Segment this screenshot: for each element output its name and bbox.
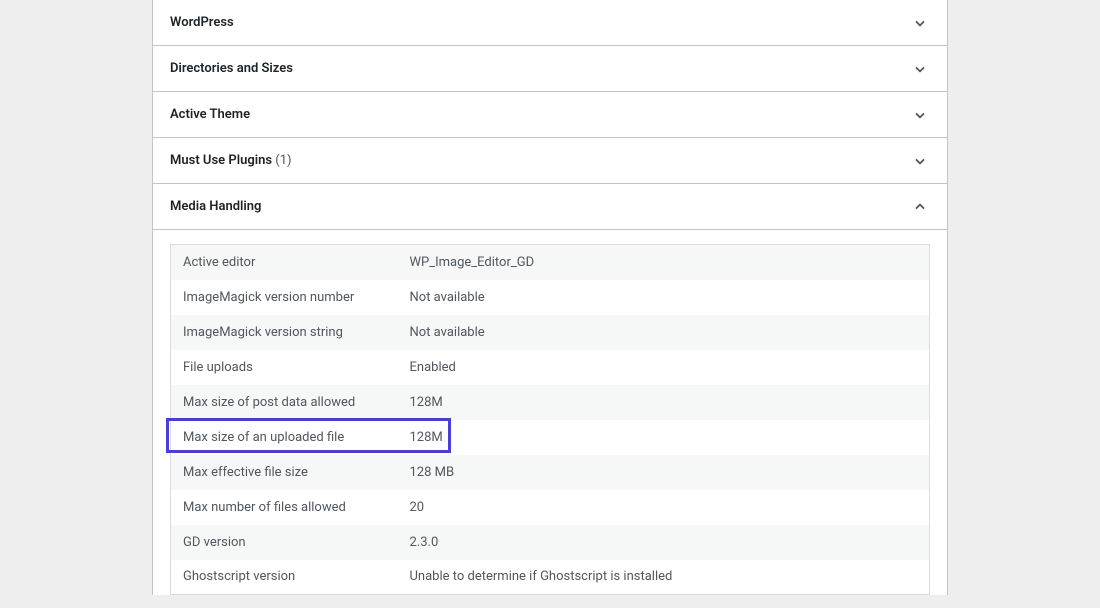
media-details-table: Active editorWP_Image_Editor_GDImageMagi… [170, 244, 930, 595]
row-value: Not available [398, 315, 930, 350]
row-value: Not available [398, 280, 930, 315]
chevron-down-icon [910, 13, 930, 33]
accordion-media-handling[interactable]: Media Handling [153, 184, 947, 230]
chevron-up-icon [910, 197, 930, 217]
chevron-down-icon [910, 105, 930, 125]
media-handling-details: Active editorWP_Image_Editor_GDImageMagi… [153, 230, 947, 595]
row-value: 128M [398, 420, 930, 455]
site-health-panels: WordPress Directories and Sizes Active T… [152, 0, 948, 595]
table-row: ImageMagick version stringNot available [171, 315, 930, 350]
row-key: Max size of an uploaded file [171, 420, 398, 455]
accordion-title: WordPress [170, 15, 234, 30]
row-key: GD version [171, 525, 398, 560]
table-row: Max size of an uploaded file128M [171, 420, 930, 455]
row-value: 128 MB [398, 455, 930, 490]
table-row: Ghostscript versionUnable to determine i… [171, 560, 930, 595]
table-row: GD version2.3.0 [171, 525, 930, 560]
row-value: WP_Image_Editor_GD [398, 245, 930, 280]
row-key: Max number of files allowed [171, 490, 398, 525]
accordion-title: Media Handling [170, 199, 261, 214]
accordion-count: (1) [275, 153, 291, 168]
table-row: Active editorWP_Image_Editor_GD [171, 245, 930, 280]
table-row: Max number of files allowed20 [171, 490, 930, 525]
table-row: Max effective file size128 MB [171, 455, 930, 490]
accordion-active-theme[interactable]: Active Theme [153, 92, 947, 138]
row-value: Enabled [398, 350, 930, 385]
accordion-wordpress[interactable]: WordPress [153, 0, 947, 46]
row-key: Active editor [171, 245, 398, 280]
row-value: 128M [398, 385, 930, 420]
row-key: Ghostscript version [171, 560, 398, 595]
table-row: Max size of post data allowed128M [171, 385, 930, 420]
row-value: 20 [398, 490, 930, 525]
accordion-title: Directories and Sizes [170, 61, 293, 76]
row-key: File uploads [171, 350, 398, 385]
accordion-title-text: Must Use Plugins [170, 153, 272, 168]
row-key: ImageMagick version number [171, 280, 398, 315]
row-value: 2.3.0 [398, 525, 930, 560]
row-key: Max size of post data allowed [171, 385, 398, 420]
accordion-directories[interactable]: Directories and Sizes [153, 46, 947, 92]
accordion-title: Must Use Plugins (1) [170, 153, 292, 168]
chevron-down-icon [910, 151, 930, 171]
row-key: ImageMagick version string [171, 315, 398, 350]
accordion-title: Active Theme [170, 107, 250, 122]
accordion-must-use-plugins[interactable]: Must Use Plugins (1) [153, 138, 947, 184]
row-key: Max effective file size [171, 455, 398, 490]
table-row: File uploadsEnabled [171, 350, 930, 385]
row-value: Unable to determine if Ghostscript is in… [398, 560, 930, 595]
table-row: ImageMagick version numberNot available [171, 280, 930, 315]
chevron-down-icon [910, 59, 930, 79]
